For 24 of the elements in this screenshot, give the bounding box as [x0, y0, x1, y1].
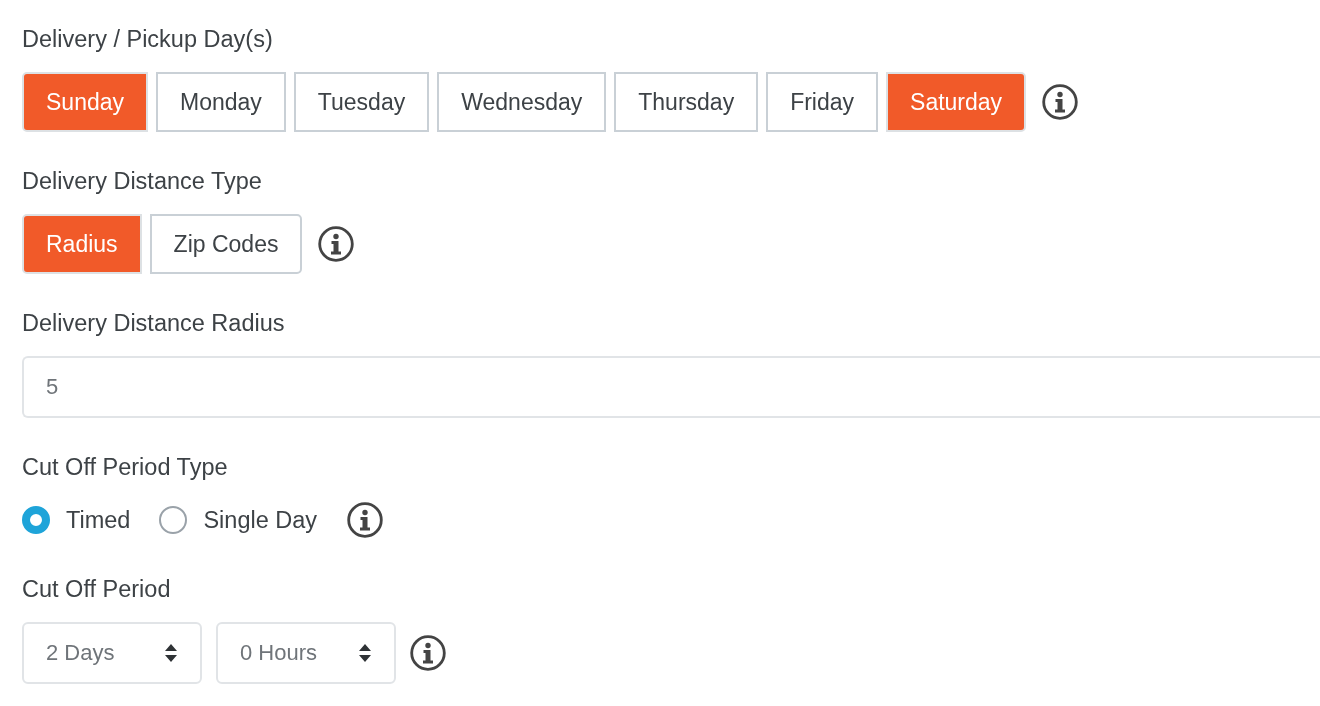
radio-button[interactable] — [22, 506, 50, 534]
info-icon[interactable] — [1042, 84, 1079, 120]
select-field[interactable]: 2 Days — [22, 622, 202, 684]
radio-label: Timed — [66, 506, 131, 534]
field-label: Delivery Distance Radius — [22, 309, 285, 338]
toggle-button[interactable]: Tuesday — [293, 72, 430, 132]
field-label: Delivery / Pickup Day(s) — [22, 25, 273, 54]
toggle-button[interactable]: Monday — [156, 72, 286, 132]
select-field[interactable]: 0 Hours — [216, 622, 396, 684]
toggle-button[interactable]: Friday — [766, 72, 879, 132]
toggle-button[interactable]: Thursday — [614, 72, 759, 132]
radius-input[interactable]: 5 — [22, 356, 1320, 418]
toggle-button[interactable]: Wednesday — [437, 72, 607, 132]
field-label: Delivery Distance Type — [22, 167, 262, 196]
info-icon[interactable] — [347, 502, 384, 538]
toggle-button[interactable]: Zip Codes — [149, 214, 303, 274]
field-label: Cut Off Period — [22, 575, 171, 604]
info-icon[interactable] — [410, 635, 446, 671]
radio-button[interactable] — [159, 506, 188, 534]
sort-caret-icon — [164, 643, 178, 663]
field-label: Cut Off Period Type — [22, 453, 228, 482]
radio-label: Single Day — [203, 506, 318, 534]
sort-caret-icon — [358, 643, 372, 663]
info-icon[interactable] — [318, 226, 355, 262]
